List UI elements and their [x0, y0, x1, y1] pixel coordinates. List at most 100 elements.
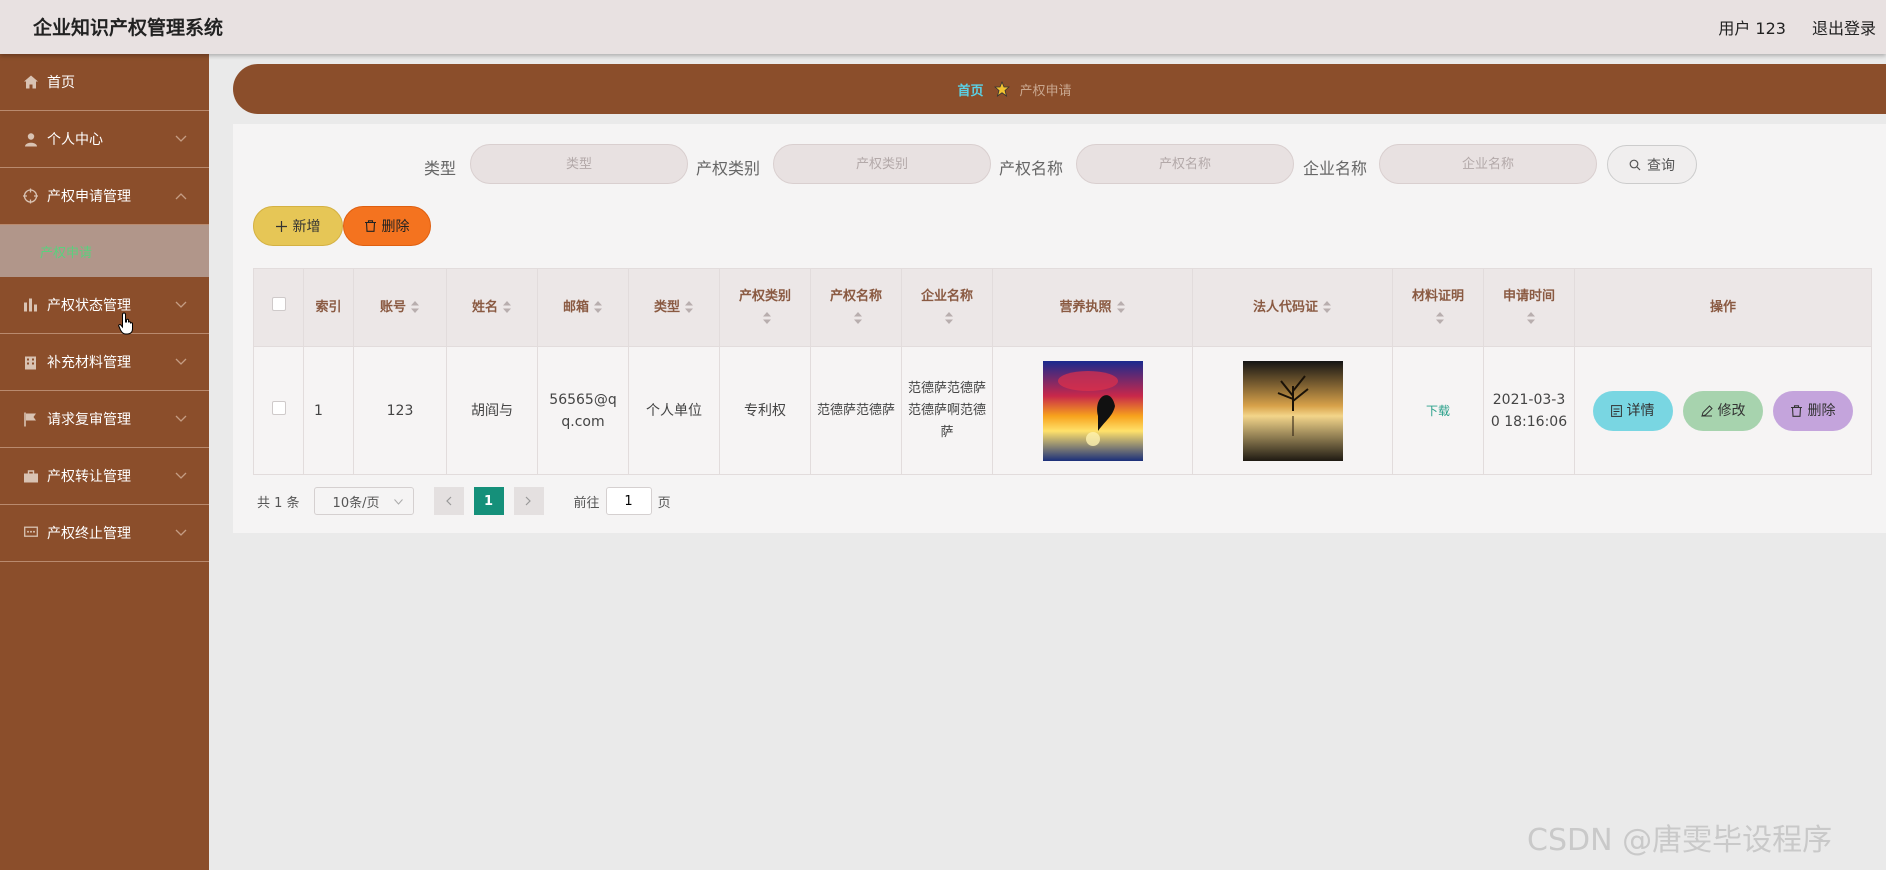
row-select-cell: [253, 346, 304, 475]
col-header-ip-name[interactable]: 产权名称: [810, 268, 902, 347]
col-header-company[interactable]: 企业名称: [901, 268, 993, 347]
category-input[interactable]: [773, 144, 991, 184]
col-header-email[interactable]: 邮箱: [537, 268, 629, 347]
sidebar-item-review[interactable]: 请求复审管理: [0, 391, 209, 448]
breadcrumb-home[interactable]: 首页: [957, 80, 983, 99]
add-button[interactable]: 新增: [253, 206, 343, 246]
company-input[interactable]: [1379, 144, 1597, 184]
col-header-name[interactable]: 姓名: [446, 268, 538, 347]
select-all-cell: [253, 268, 304, 347]
next-page-button[interactable]: [513, 487, 544, 515]
sidebar-subitem-ip-application[interactable]: 产权申请: [0, 225, 209, 277]
document-icon: [1610, 404, 1622, 417]
cell-email: 56565@qq.com: [537, 346, 629, 475]
chevron-right-icon: [525, 496, 531, 506]
col-header-legal-code[interactable]: 法人代码证: [1192, 268, 1393, 347]
ip-application-table: 索引 账号 姓名 邮箱 类型 产权类别 产权名称 企业名称 营养执照 法人代码证…: [253, 268, 1872, 475]
sidebar-item-home[interactable]: 首页: [0, 54, 209, 111]
breadcrumb: 首页 产权申请: [233, 64, 1886, 114]
col-header-ops: 操作: [1574, 268, 1872, 347]
chevron-down-icon: [175, 301, 187, 308]
ip-name-input[interactable]: [1076, 144, 1294, 184]
delete-button[interactable]: 删除: [343, 206, 431, 246]
chevron-left-icon: [446, 496, 452, 506]
watermark: CSDN @唐雯毕设程序: [1527, 823, 1833, 858]
plus-icon: [275, 220, 287, 232]
col-header-index: 索引: [303, 268, 354, 347]
col-header-license[interactable]: 营养执照: [992, 268, 1193, 347]
sidebar-item-ip-application[interactable]: 产权申请管理: [0, 168, 209, 225]
cell-company: 范德萨范德萨范德萨啊范德萨: [901, 346, 993, 475]
user-icon: [23, 132, 38, 147]
sort-icon[interactable]: [684, 301, 694, 313]
prev-page-button[interactable]: [433, 487, 464, 515]
license-image[interactable]: [1042, 360, 1143, 461]
col-header-type[interactable]: 类型: [628, 268, 720, 347]
col-header-account[interactable]: 账号: [353, 268, 447, 347]
cell-material: 下载: [1392, 346, 1484, 475]
chart-icon: [23, 298, 38, 313]
content-panel: 类型 产权类别 产权名称 企业名称 查询 新增 删除 索引 账号: [233, 124, 1886, 533]
user-area: 用户 123 退出登录: [1718, 15, 1876, 39]
sort-icon[interactable]: [1435, 312, 1445, 324]
sidebar-item-ip-status[interactable]: 产权状态管理: [0, 277, 209, 334]
star-icon: [993, 81, 1010, 97]
page-number-current[interactable]: 1: [473, 487, 504, 515]
goto-page-input[interactable]: [605, 487, 652, 515]
col-header-category[interactable]: 产权类别: [719, 268, 811, 347]
logout-link[interactable]: 退出登录: [1812, 15, 1876, 39]
sort-icon[interactable]: [1116, 301, 1126, 313]
cell-type: 个人单位: [628, 346, 720, 475]
cell-account: 123: [353, 346, 447, 475]
col-header-apply-time[interactable]: 申请时间: [1483, 268, 1575, 347]
sort-icon[interactable]: [1322, 301, 1332, 313]
page-size-value: 10条/页: [332, 495, 380, 511]
search-button[interactable]: 查询: [1607, 145, 1697, 184]
user-name[interactable]: 用户 123: [1718, 15, 1786, 39]
sidebar: 首页 个人中心 产权申请管理 产权申请 产权状态管理 补充材料管理 请求复审管理: [0, 54, 209, 870]
ip-name-label: 产权名称: [999, 159, 1064, 178]
select-all-checkbox[interactable]: [271, 296, 286, 311]
chevron-up-icon: [175, 193, 187, 200]
sort-icon[interactable]: [944, 312, 954, 324]
row-checkbox[interactable]: [271, 400, 286, 415]
detail-button-label: 详情: [1626, 402, 1655, 419]
sidebar-item-label: 产权申请管理: [47, 189, 131, 205]
sort-icon[interactable]: [762, 312, 772, 324]
cell-apply-time: 2021-03-30 18:16:06: [1483, 346, 1575, 475]
legal-code-image[interactable]: [1242, 360, 1343, 461]
sidebar-item-label: 请求复审管理: [47, 412, 131, 428]
chat-icon: [23, 526, 38, 541]
edit-button[interactable]: 修改: [1683, 390, 1763, 431]
type-input[interactable]: [470, 144, 688, 184]
col-header-material[interactable]: 材料证明: [1392, 268, 1484, 347]
goto-suffix: 页: [657, 495, 671, 511]
table-row: 1 123 胡阎与 56565@qq.com 个人单位 专利权 范德萨范德萨 范…: [253, 346, 1872, 475]
app-title: 企业知识产权管理系统: [33, 17, 224, 39]
sort-icon[interactable]: [1526, 312, 1536, 324]
cell-license: [992, 346, 1193, 475]
sidebar-item-supplement[interactable]: 补充材料管理: [0, 334, 209, 391]
hand-cursor-icon: [118, 312, 133, 335]
detail-button[interactable]: 详情: [1592, 390, 1673, 431]
total-count: 共 1 条: [257, 495, 300, 511]
download-link[interactable]: 下载: [1426, 404, 1450, 418]
row-delete-button[interactable]: 删除: [1773, 390, 1854, 431]
sidebar-item-transfer[interactable]: 产权转让管理: [0, 448, 209, 505]
sidebar-item-label: 个人中心: [47, 132, 103, 148]
type-label: 类型: [424, 159, 457, 178]
sidebar-item-label: 补充材料管理: [47, 355, 131, 371]
sort-icon[interactable]: [853, 312, 863, 324]
page-size-select[interactable]: 10条/页: [313, 487, 414, 515]
trash-icon: [1791, 404, 1803, 417]
sidebar-item-termination[interactable]: 产权终止管理: [0, 505, 209, 562]
search-icon: [1629, 159, 1641, 170]
sort-icon[interactable]: [502, 301, 512, 313]
sort-icon[interactable]: [593, 301, 603, 313]
chevron-down-icon: [175, 415, 187, 422]
chevron-down-icon: [175, 135, 187, 142]
sort-icon[interactable]: [410, 301, 420, 313]
search-form: 类型 产权类别 产权名称 企业名称 查询: [233, 144, 1886, 186]
category-label: 产权类别: [696, 159, 761, 178]
sidebar-item-personal-center[interactable]: 个人中心: [0, 111, 209, 168]
